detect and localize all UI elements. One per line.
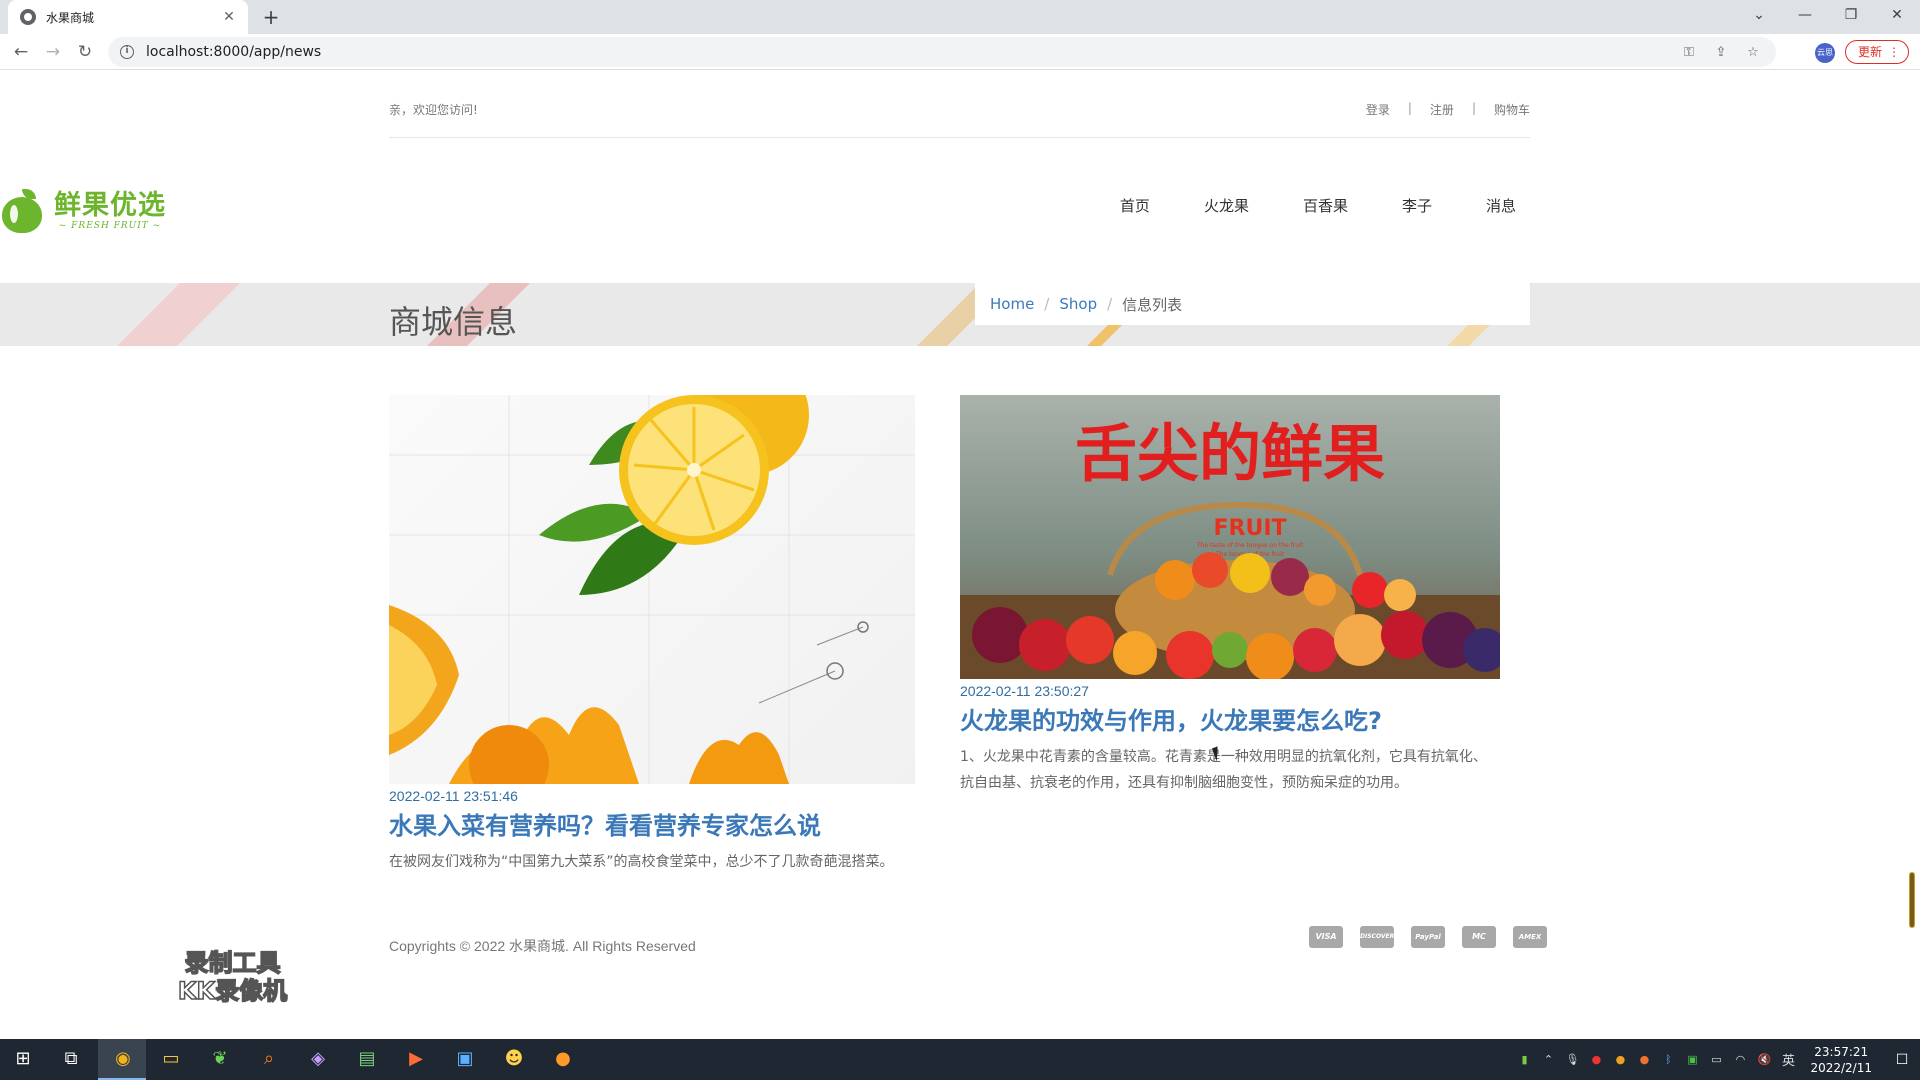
web-page: 亲，欢迎您访问! 登录 | 注册 | 购物车 鲜果优选 ~ FRESH FRUI… [0,71,1920,1039]
ime-indicator[interactable]: 英 [1778,1050,1798,1069]
volume-muted-icon[interactable]: 🔇 [1754,1053,1774,1066]
news-image-lemon[interactable] [389,395,915,784]
new-tab-button[interactable]: + [258,4,284,30]
news-date: 2022-02-11 23:50:27 [960,683,1089,699]
nav-plum[interactable]: 李子 [1402,195,1432,216]
breadcrumb-shop[interactable]: Shop [1059,295,1097,313]
windows-start-icon[interactable]: ⊞ [8,1045,38,1073]
breadcrumb-home[interactable]: Home [990,295,1034,313]
recorder-watermark: 录制工具 KK录像机 [177,948,288,1006]
mastercard-icon: MC [1462,926,1496,948]
wifi-icon[interactable]: ◠ [1730,1053,1750,1066]
visa-icon: VISA [1309,926,1343,948]
logo-subtitle: ~ FRESH FRUIT ~ [58,221,162,231]
nav-home[interactable]: 首页 [1120,195,1150,216]
news-image-fruit-basket[interactable]: 舌尖的鲜果 FRUIT The taste of the tongue on t… [960,395,1500,679]
image-fruit-label: FRUIT [1213,516,1286,541]
app-icon[interactable]: ◈ [303,1045,333,1073]
news-card: 2022-02-11 23:51:46 水果入菜有营养吗？看看营养专家怎么说 在… [389,395,919,875]
file-explorer-icon[interactable]: ▭ [156,1045,186,1073]
network-icon[interactable]: ▭ [1706,1053,1726,1066]
microphone-icon[interactable]: 🎙 [1562,1053,1582,1066]
search-app-icon[interactable]: ⌕ [254,1045,284,1073]
image-tagline-1: The taste of the tongue on the fruit [1196,542,1304,549]
tray-app-icon[interactable]: ● [1610,1053,1630,1066]
nav-dragonfruit[interactable]: 火龙果 [1204,195,1249,216]
breadcrumb: Home / Shop / 信息列表 [975,283,1530,325]
scrollbar-thumb[interactable] [1909,872,1915,928]
update-button[interactable]: 更新 [1845,40,1909,64]
close-tab-icon[interactable]: ✕ [220,9,238,25]
restore-button[interactable]: ❐ [1828,0,1874,34]
forward-arrow-icon[interactable]: → [40,39,66,65]
clock[interactable]: 23:57:21 2022/2/11 [1810,1044,1872,1076]
nav-passionfruit[interactable]: 百香果 [1303,195,1348,216]
site-info-icon[interactable]: i [120,45,134,59]
app-icon[interactable]: ☻ [499,1045,529,1073]
news-title[interactable]: 火龙果的功效与作用，火龙果要怎么吃? [960,701,1500,736]
chevron-up-icon[interactable]: ⌃ [1538,1053,1558,1066]
chrome-icon[interactable]: ◉ [108,1045,138,1073]
share-icon[interactable]: ⇪ [1710,45,1732,60]
url-text: localhost:8000/app/news [146,44,322,60]
address-bar[interactable]: i localhost:8000/app/news ⚿ ⇪ ☆ [108,37,1776,67]
news-date: 2022-02-11 23:51:46 [389,788,518,804]
battery-icon[interactable]: ▮ [1514,1053,1534,1066]
browser-tab[interactable]: 水果商城 ✕ [8,0,248,34]
browser-tab-strip: 水果商城 ✕ + ⌄ — ❐ ✕ [0,0,1920,34]
news-title[interactable]: 水果入菜有营养吗？看看营养专家怎么说 [389,806,919,841]
tray-app-icon[interactable]: ▣ [1682,1053,1702,1066]
news-excerpt: 1、火龙果中花青素的含量较高。花青素是一种效用明显的抗氧化剂，它具有抗氧化、抗自… [960,749,1487,791]
system-tray: ▮ ⌃ 🎙 ● ● ● ᛒ ▣ ▭ ◠ 🔇 英 23:57:21 2022/2/… [1514,1039,1920,1080]
payment-methods: VISA DISCOVER PayPal MC AMEX [1292,926,1547,948]
windows-taskbar: ⊞ ⧉ ◉ ▭ ❦ ⌕ ◈ ▤ ▶ ▣ ☻ ● ▮ ⌃ 🎙 ● ● ● ᛒ ▣ … [0,1039,1920,1080]
tray-app-icon[interactable]: ● [1634,1053,1654,1066]
notepad-icon[interactable]: ▤ [352,1045,382,1073]
page-title: 商城信息 [389,303,518,341]
page-banner: 商城信息 Home / Shop / 信息列表 [0,283,1920,346]
profile-avatar[interactable]: 云思 [1815,43,1835,63]
news-excerpt: 在被网友们戏称为“中国第九大菜系”的高校食堂菜中，总少不了几款奇葩混搭菜。 [389,854,894,870]
task-view-icon[interactable]: ⧉ [56,1045,86,1073]
main-nav: 首页 火龙果 百香果 李子 消息 [1066,195,1516,216]
app-icon[interactable]: ▣ [450,1045,480,1073]
browser-toolbar: ← → ↻ i localhost:8000/app/news ⚿ ⇪ ☆ 云思… [0,34,1920,70]
logo-title: 鲜果优选 [54,190,166,221]
app-icon[interactable]: ▶ [401,1045,431,1073]
back-arrow-icon[interactable]: ← [8,39,34,65]
image-headline: 舌尖的鲜果 [1075,417,1385,490]
apple-logo-icon [0,189,44,233]
bookmark-star-icon[interactable]: ☆ [1742,45,1764,60]
notification-icon[interactable]: ☐ [1884,1052,1920,1068]
tray-app-icon[interactable]: ● [1586,1053,1606,1066]
header: 首页 火龙果 百香果 李子 消息 [389,71,1530,283]
nav-news[interactable]: 消息 [1486,195,1516,216]
reload-icon[interactable]: ↻ [72,39,98,65]
breadcrumb-current: 信息列表 [1122,295,1183,314]
amex-icon: AMEX [1513,926,1547,948]
bluetooth-icon[interactable]: ᛒ [1658,1053,1678,1066]
recorder-app-icon[interactable]: ● [548,1045,578,1073]
close-window-button[interactable]: ✕ [1874,0,1920,34]
globe-icon [20,9,36,25]
app-icon[interactable]: ❦ [205,1045,235,1073]
minimize-button[interactable]: — [1782,0,1828,34]
tab-title: 水果商城 [46,10,95,25]
key-icon[interactable]: ⚿ [1678,45,1700,60]
paypal-icon: PayPal [1411,926,1445,948]
discover-icon: DISCOVER [1360,926,1394,948]
tab-search-icon[interactable]: ⌄ [1736,0,1782,34]
news-card: 舌尖的鲜果 FRUIT The taste of the tongue on t… [960,395,1500,796]
footer-copyright: Copyrights © 2022 水果商城. All Rights Reser… [389,938,696,954]
